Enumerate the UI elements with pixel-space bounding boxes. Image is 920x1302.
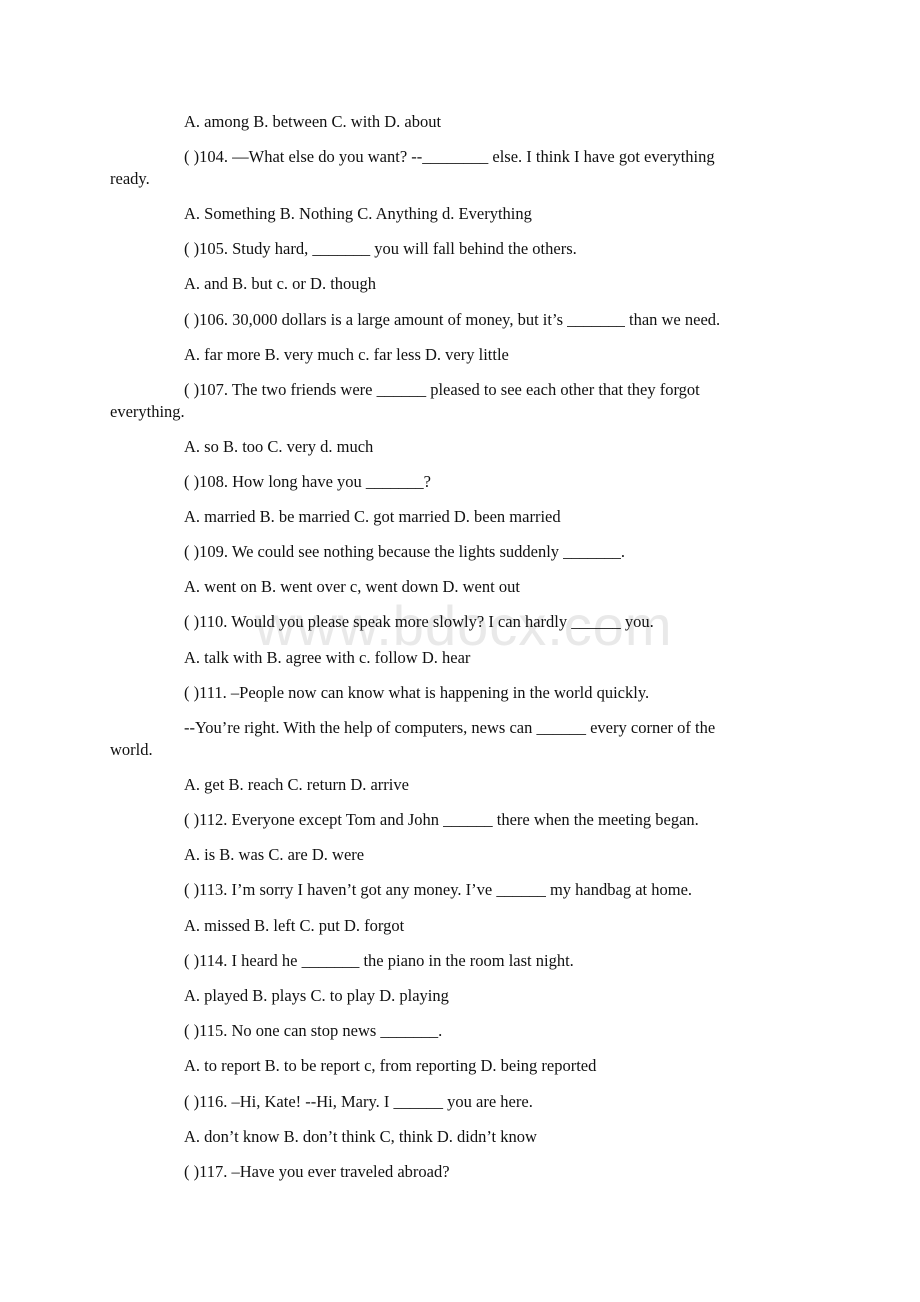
question-line: ( )110. Would you please speak more slow… [184,612,654,631]
question-line: ( )112. Everyone except Tom and John ___… [184,810,699,829]
options-line: A. played B. plays C. to play D. playing [184,986,449,1005]
question-line: ( )113. I’m sorry I haven’t got any mone… [184,880,693,899]
question-line: ( )114. I heard he _______ the piano in … [184,951,574,970]
options-line: A. and B. but c. or D. though [184,274,377,293]
options-line: A. married B. be married C. got married … [184,507,561,526]
options-line: A. to report B. to be report c, from rep… [184,1056,597,1075]
options-line: A. Something B. Nothing C. Anything d. E… [184,204,532,223]
options-line: A. talk with B. agree with c. follow D. … [184,648,471,667]
question-line: ( )111. –People now can know what is hap… [184,683,650,702]
options-line: A. get B. reach C. return D. arrive [184,775,409,794]
options-line: A. among B. between C. with D. about [184,112,442,131]
question-line: ( )116. –Hi, Kate! --Hi, Mary. I ______ … [184,1092,533,1111]
options-line: A. is B. was C. are D. were [184,845,365,864]
question-line: ( )117. –Have you ever traveled abroad? [184,1162,450,1181]
options-line: A. went on B. went over c, went down D. … [184,577,520,596]
question-line: ( )107. The two friends were ______ plea… [184,380,700,399]
question-line: --You’re right. With the help of compute… [184,718,716,737]
question-line: ( )115. No one can stop news _______. [184,1021,443,1040]
question-line: ( )109. We could see nothing because the… [184,542,626,561]
question-line: ( )108. How long have you _______? [184,472,432,491]
options-line: A. so B. too C. very d. much [184,437,374,456]
question-line: ( )104. —What else do you want? --______… [184,147,715,166]
options-line: A. missed B. left C. put D. forgot [184,916,405,935]
question-line: ( )106. 30,000 dollars is a large amount… [184,310,721,329]
options-line: A. don’t know B. don’t think C, think D.… [184,1127,537,1146]
document-page: www.bdocx.com A. among B. between C. wit… [0,0,920,1302]
options-line: A. far more B. very much c. far less D. … [184,345,509,364]
question-line: ( )105. Study hard, _______ you will fal… [184,239,577,258]
question-continuation: world. [110,740,153,759]
question-continuation: ready. [110,169,150,188]
question-continuation: everything. [110,402,185,421]
